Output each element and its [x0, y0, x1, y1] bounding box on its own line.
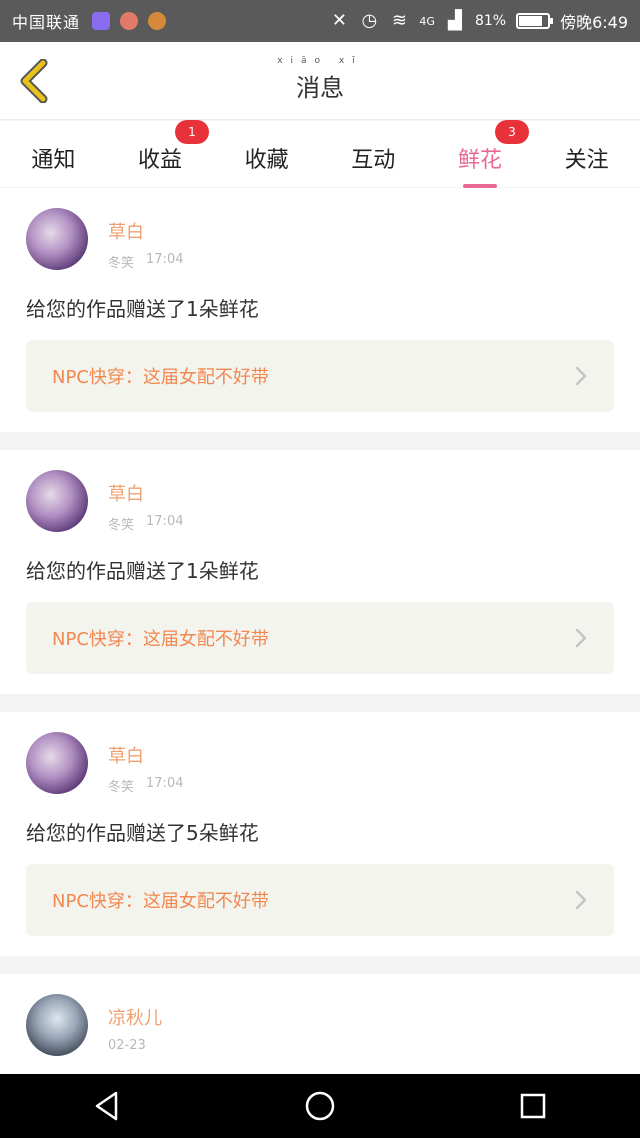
mute-icon: ✕	[331, 10, 347, 31]
message-list: 草白 冬笑 17:04 给您的作品赠送了1朵鲜花 NPC快穿：这届女配不好带 草…	[0, 188, 640, 1132]
unread-badge: 3	[494, 120, 529, 144]
username[interactable]: 草白	[108, 218, 183, 244]
clock: 傍晚6:49	[560, 13, 628, 32]
tab-label: 通知	[31, 148, 76, 173]
message-card: 草白 冬笑 17:04 给您的作品赠送了1朵鲜花 NPC快穿：这届女配不好带	[0, 450, 640, 694]
tab-notifications[interactable]: 通知	[8, 134, 98, 174]
network-type: 4G	[419, 14, 435, 28]
carrier-name: 中国联通	[12, 13, 81, 32]
nav-recent-button[interactable]	[513, 1086, 553, 1126]
system-nav-bar	[0, 1074, 640, 1138]
chevron-right-icon	[575, 628, 587, 648]
work-title: NPC快穿：这届女配不好带	[52, 367, 269, 388]
tab-flowers[interactable]: 鲜花 3	[435, 120, 529, 188]
tab-favorites[interactable]: 收藏	[222, 134, 312, 174]
tab-label: 关注	[564, 148, 609, 173]
status-bar: 中国联通 ✕ ◷ ≋ 4G ▟ 81% 傍晚6:49	[0, 0, 640, 42]
avatar[interactable]	[26, 208, 88, 270]
username[interactable]: 凉秋儿	[108, 1004, 162, 1030]
tab-label: 收藏	[244, 148, 289, 173]
circle-home-icon	[305, 1091, 335, 1121]
wifi-icon: ≋	[391, 10, 407, 31]
user-role: 冬笑	[108, 518, 135, 533]
tab-following[interactable]: 关注	[542, 134, 632, 174]
app-notification-icon	[148, 12, 167, 30]
avatar[interactable]	[26, 470, 88, 532]
message-time: 17:04	[146, 514, 184, 529]
user-role: 冬笑	[108, 256, 135, 271]
app-header: xiāo xī 消息	[0, 42, 640, 120]
chevron-right-icon	[575, 366, 587, 386]
tab-label: 互动	[351, 148, 396, 173]
triangle-back-icon	[95, 1091, 117, 1121]
nav-back-button[interactable]	[87, 1086, 127, 1126]
work-link[interactable]: NPC快穿：这届女配不好带	[26, 864, 614, 936]
work-link[interactable]: NPC快穿：这届女配不好带	[26, 602, 614, 674]
page-title-pinyin: xiāo xī	[277, 56, 363, 66]
message-time: 17:04	[146, 776, 184, 791]
avatar[interactable]	[26, 994, 88, 1056]
tab-interactions[interactable]: 互动	[328, 134, 418, 174]
unread-badge: 1	[174, 120, 209, 144]
battery-percent: 81%	[474, 13, 507, 29]
app-notification-icon	[92, 12, 111, 30]
message-text: 给您的作品赠送了1朵鲜花	[26, 559, 259, 583]
message-tabs: 通知 收益 1 收藏 互动 鲜花 3 关注	[0, 120, 640, 188]
app-notification-icon	[120, 12, 139, 30]
battery-icon	[516, 13, 554, 29]
avatar[interactable]	[26, 732, 88, 794]
message-card: 草白 冬笑 17:04 给您的作品赠送了5朵鲜花 NPC快穿：这届女配不好带	[0, 712, 640, 956]
username[interactable]: 草白	[108, 480, 183, 506]
message-card: 草白 冬笑 17:04 给您的作品赠送了1朵鲜花 NPC快穿：这届女配不好带	[0, 188, 640, 432]
work-title: NPC快穿：这届女配不好带	[52, 891, 269, 912]
message-time: 02-23	[108, 1038, 146, 1053]
chevron-right-icon	[575, 890, 587, 910]
tab-earnings[interactable]: 收益 1	[115, 120, 209, 174]
tab-label: 收益	[137, 148, 182, 173]
username[interactable]: 草白	[108, 742, 183, 768]
nav-home-button[interactable]	[300, 1086, 340, 1126]
page-title: 消息	[296, 74, 344, 102]
signal-icon: ▟	[448, 10, 462, 31]
message-text: 给您的作品赠送了5朵鲜花	[26, 821, 259, 845]
work-link[interactable]: NPC快穿：这届女配不好带	[26, 340, 614, 412]
message-text: 给您的作品赠送了1朵鲜花	[26, 297, 259, 321]
square-recent-icon	[521, 1093, 546, 1119]
work-title: NPC快穿：这届女配不好带	[52, 629, 269, 650]
message-time: 17:04	[146, 252, 184, 267]
tab-label: 鲜花	[457, 148, 502, 173]
notification-icons	[92, 12, 167, 30]
user-role: 冬笑	[108, 780, 135, 795]
alarm-icon: ◷	[361, 10, 378, 31]
